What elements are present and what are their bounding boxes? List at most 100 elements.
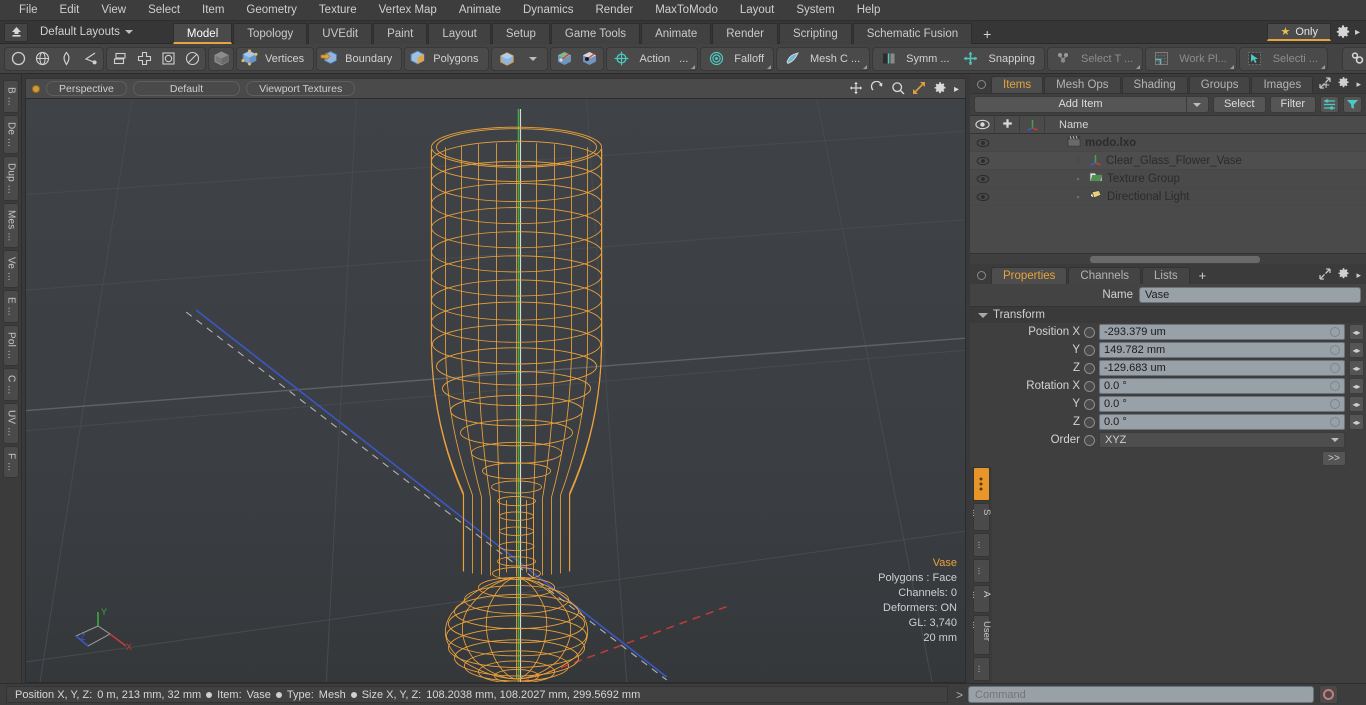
- right-rail-tab-6[interactable]: ...: [972, 657, 990, 681]
- bool-icon[interactable]: [156, 48, 180, 70]
- keyframe-dot-icon[interactable]: [1330, 399, 1340, 409]
- array-icon[interactable]: [108, 48, 132, 70]
- channel-knob[interactable]: [1084, 326, 1095, 338]
- tab-shading[interactable]: Shading: [1121, 76, 1188, 93]
- keyframe-dot-icon[interactable]: [1330, 327, 1340, 337]
- item-list[interactable]: modo.lxo Clear_Glass_Flower_Vase ▪ Textu…: [970, 134, 1366, 253]
- menu-geometry[interactable]: Geometry: [235, 0, 308, 21]
- falloff-button[interactable]: Falloff: [700, 46, 775, 71]
- panel-menu-dot[interactable]: [977, 271, 986, 280]
- selection-set-button[interactable]: Selecti ...: [1238, 46, 1328, 71]
- tab-items[interactable]: Items: [991, 76, 1044, 93]
- layout-tab-uvedit[interactable]: UVEdit: [308, 22, 373, 44]
- snapping-icon[interactable]: [959, 48, 983, 70]
- menu-render[interactable]: Render: [584, 0, 644, 21]
- left-rail-tab-fusion[interactable]: F ...: [3, 445, 19, 478]
- right-rail-tab-active[interactable]: [972, 467, 990, 501]
- gear-icon[interactable]: [933, 81, 947, 98]
- left-rail-tab-curve[interactable]: C ...: [3, 367, 19, 402]
- menu-animate[interactable]: Animate: [448, 0, 512, 21]
- list-options-icon[interactable]: [1320, 96, 1339, 113]
- viewport-textures-button[interactable]: Viewport Textures: [246, 81, 356, 96]
- expand-icon[interactable]: [1319, 76, 1332, 92]
- tab-channels[interactable]: Channels: [1068, 267, 1142, 284]
- channel-knob[interactable]: [1084, 380, 1095, 392]
- menu-system[interactable]: System: [785, 0, 845, 21]
- expander-right-icon[interactable]: [1067, 156, 1089, 165]
- field-value[interactable]: 0.0 °: [1099, 396, 1345, 412]
- right-rail-tab-user[interactable]: User ...: [970, 615, 992, 655]
- expander-down-icon[interactable]: [1045, 138, 1067, 147]
- rotate-icon[interactable]: [870, 80, 884, 98]
- menu-help[interactable]: Help: [846, 0, 892, 21]
- eye-icon[interactable]: [970, 192, 995, 202]
- viewport-active-dot[interactable]: [32, 84, 40, 93]
- viewport-shading-button[interactable]: Default: [132, 81, 241, 96]
- layout-tab-model[interactable]: Model: [172, 22, 233, 44]
- select-button[interactable]: Select: [1212, 96, 1266, 113]
- left-rail-tab-deform[interactable]: De ...: [3, 114, 19, 154]
- fit-icon[interactable]: [912, 81, 926, 98]
- chevron-down-icon[interactable]: [521, 48, 545, 70]
- mirror-icon[interactable]: [132, 48, 156, 70]
- funnel-icon[interactable]: [1343, 96, 1362, 113]
- play-icon[interactable]: ▸: [954, 84, 959, 95]
- order-select[interactable]: XYZ: [1099, 432, 1345, 448]
- scrollbar-thumb[interactable]: [1090, 256, 1260, 263]
- layout-tab-scripting[interactable]: Scripting: [778, 22, 852, 44]
- layout-bar-arrow-icon[interactable]: ▸: [1355, 27, 1362, 38]
- eye-icon[interactable]: [970, 138, 995, 148]
- channel-knob[interactable]: [1084, 416, 1095, 428]
- channel-knob[interactable]: [1084, 344, 1095, 356]
- channel-knob[interactable]: [1084, 398, 1095, 410]
- zoom-icon[interactable]: [891, 81, 905, 98]
- circle-icon[interactable]: [6, 48, 30, 70]
- layout-tab-topology[interactable]: Topology: [233, 22, 308, 44]
- right-rail-tab-shading[interactable]: S ...: [970, 503, 992, 531]
- layout-tab-paint[interactable]: Paint: [373, 22, 428, 44]
- spinner-icon[interactable]: ◂▸: [1349, 342, 1364, 358]
- home-up-icon[interactable]: [4, 22, 28, 42]
- record-icon[interactable]: [1319, 685, 1338, 704]
- layout-tab-render[interactable]: Render: [712, 22, 778, 44]
- item-row-mesh[interactable]: Clear_Glass_Flower_Vase: [970, 152, 1366, 170]
- channel-knob[interactable]: [1084, 362, 1095, 374]
- work-plane-button[interactable]: Work Pl...: [1145, 46, 1237, 71]
- spinner-icon[interactable]: ◂▸: [1349, 378, 1364, 394]
- spinner-icon[interactable]: ◂▸: [1349, 414, 1364, 430]
- transform-section-header[interactable]: Transform: [970, 306, 1366, 323]
- left-rail-tab-vertex[interactable]: Ve ...: [3, 250, 19, 289]
- pen-icon[interactable]: [54, 48, 78, 70]
- left-rail-tab-duplicate[interactable]: Dup ...: [3, 155, 19, 201]
- layout-tab-layout[interactable]: Layout: [428, 22, 491, 44]
- chevron-right-icon[interactable]: ▸: [1356, 79, 1361, 90]
- menu-texture[interactable]: Texture: [308, 0, 368, 21]
- spinner-icon[interactable]: ◂▸: [1349, 396, 1364, 412]
- select-mode-boundary[interactable]: Boundary: [316, 46, 403, 71]
- keyframe-dot-icon[interactable]: [1330, 345, 1340, 355]
- eye-icon[interactable]: [970, 174, 995, 184]
- mesh-constraint-button[interactable]: Mesh C ...: [776, 46, 871, 71]
- item-row-texture-group[interactable]: ▪ Texture Group: [970, 170, 1366, 188]
- symmetry-icon[interactable]: [876, 48, 900, 70]
- right-rail-tab-2[interactable]: ...: [972, 533, 990, 557]
- element-move-icon[interactable]: [577, 48, 602, 70]
- action-center-button[interactable]: Action ...: [605, 46, 699, 71]
- layout-tab-setup[interactable]: Setup: [491, 22, 550, 44]
- gear-icon[interactable]: [1335, 24, 1351, 40]
- menu-maxtomodo[interactable]: MaxToModo: [644, 0, 729, 21]
- item-row-directional-light[interactable]: ▪ Directional Light: [970, 188, 1366, 206]
- eye-icon[interactable]: [970, 156, 995, 166]
- command-input[interactable]: [968, 686, 1314, 703]
- left-rail-tab-basic[interactable]: B ...: [3, 80, 19, 113]
- tab-images[interactable]: Images: [1251, 76, 1314, 93]
- default-layouts-selector[interactable]: Default Layouts: [28, 26, 143, 38]
- chevron-down-icon[interactable]: [1186, 96, 1209, 113]
- field-value[interactable]: 0.0 °: [1099, 378, 1345, 394]
- left-rail-tab-uv[interactable]: UV ...: [3, 403, 19, 444]
- tab-groups[interactable]: Groups: [1188, 76, 1251, 93]
- axis-icon[interactable]: [1020, 115, 1045, 134]
- menu-edit[interactable]: Edit: [49, 0, 91, 21]
- eye-icon[interactable]: [970, 115, 995, 134]
- chevron-right-icon[interactable]: ▸: [1356, 270, 1361, 281]
